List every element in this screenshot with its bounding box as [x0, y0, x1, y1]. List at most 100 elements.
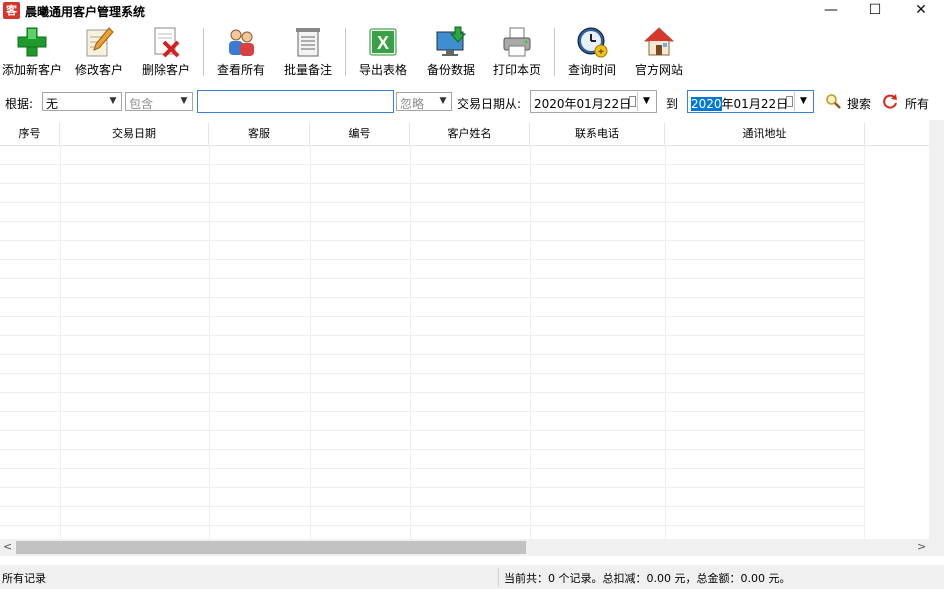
chevron-down-icon[interactable]: ▼ [637, 92, 655, 111]
close-button[interactable]: ✕ [898, 0, 944, 22]
date-to-label: 到 [666, 97, 679, 111]
grid-row-line [0, 259, 864, 260]
monitor-download-icon [436, 26, 467, 56]
delete-customer-button[interactable]: 删除客户 [134, 26, 198, 80]
edit-note-icon [86, 27, 114, 57]
grid-row-line [0, 202, 864, 203]
grid-column-line [410, 145, 411, 539]
excel-icon: X [369, 28, 397, 56]
show-all-label: 所有 [905, 97, 930, 111]
date-to-value: 2020年01月22日 [691, 95, 788, 112]
print-page-button[interactable]: 打印本页 [487, 26, 547, 80]
status-divider [498, 568, 499, 586]
date-to-picker[interactable]: 2020年01月22日 ▼ [687, 90, 814, 113]
data-grid[interactable] [0, 145, 929, 539]
grid-column-line [530, 145, 531, 539]
calendar-icon [629, 96, 636, 107]
chevron-down-icon: ▼ [109, 96, 117, 106]
view-all-button[interactable]: 查看所有 [210, 26, 272, 80]
search-icon [826, 94, 841, 109]
grid-row-line [0, 183, 864, 184]
grid-row-line [0, 335, 864, 336]
toolbar-separator [345, 28, 346, 76]
toolbar-separator [203, 28, 204, 76]
scroll-left-icon[interactable]: < [3, 540, 12, 553]
batch-note-button[interactable]: 批量备注 [277, 26, 339, 80]
batch-note-label: 批量备注 [283, 63, 332, 77]
status-bar: 所有记录 当前共：0 个记录。总扣减：0.00 元，总金额：0.00 元。 [0, 565, 944, 589]
column-header[interactable]: 客户姓名 [410, 123, 530, 145]
minimize-button[interactable]: — [808, 0, 854, 22]
date-from-picker[interactable]: 2020年01月22日 ▼ [530, 90, 657, 113]
window-title: 晨曦通用客户管理系统 [25, 5, 146, 19]
match-type-value: 包含 [129, 97, 154, 111]
grid-row-line [0, 525, 864, 526]
grid-row-line [0, 240, 864, 241]
date-to-rest: 年01月22日 [721, 97, 789, 111]
refresh-icon [883, 94, 897, 109]
ignore-select[interactable]: 忽略 ▼ [396, 92, 452, 111]
vertical-scroll-track [929, 120, 944, 556]
chevron-down-icon[interactable]: ▼ [794, 92, 812, 111]
grid-row-line [0, 221, 864, 222]
printer-icon [503, 27, 531, 57]
export-table-button[interactable]: X 导出表格 [352, 26, 414, 80]
grid-row-line [0, 487, 864, 488]
match-type-select[interactable]: 包含 ▼ [125, 92, 193, 111]
column-header[interactable]: 联系电话 [530, 123, 665, 145]
search-button[interactable]: 搜索 [825, 93, 875, 111]
date-from-value: 2020年01月22日 [534, 97, 632, 111]
ignore-select-value: 忽略 [400, 97, 425, 111]
edit-customer-button[interactable]: 修改客户 [68, 26, 130, 80]
column-header[interactable]: 客服 [209, 123, 310, 145]
backup-data-button[interactable]: 备份数据 [420, 26, 482, 80]
add-customer-label: 添加新客户 [1, 63, 62, 77]
column-header[interactable]: 交易日期 [60, 123, 209, 145]
grid-column-line [665, 145, 666, 539]
show-all-button[interactable]: 所有 [883, 93, 933, 111]
app-icon: 客 [3, 2, 20, 19]
search-label: 搜索 [847, 97, 872, 111]
chevron-down-icon: ▼ [439, 96, 447, 106]
document-list-icon [296, 28, 320, 57]
grid-header: 序号 交易日期 客服 编号 客户姓名 联系电话 通讯地址 [0, 123, 929, 146]
grid-column-line [60, 145, 61, 539]
title-bar: 客 晨曦通用客户管理系统 — ☐ ✕ [0, 0, 944, 22]
grid-row-line [0, 373, 864, 374]
maximize-button[interactable]: ☐ [852, 0, 898, 22]
keyword-input[interactable] [197, 90, 394, 113]
calendar-icon [786, 96, 793, 107]
toolbar-separator [554, 28, 555, 76]
query-time-button[interactable]: + 查询时间 [561, 26, 623, 80]
delete-file-icon [154, 27, 180, 58]
grid-row-line [0, 468, 864, 469]
grid-row-line [0, 449, 864, 450]
grid-column-line [209, 145, 210, 539]
column-header[interactable]: 序号 [0, 123, 60, 145]
grid-row-line [0, 392, 864, 393]
grid-row-line [0, 506, 864, 507]
scrollbar-thumb[interactable] [16, 541, 526, 554]
add-customer-button[interactable]: 添加新客户 [0, 26, 64, 80]
scroll-right-icon[interactable]: > [917, 540, 926, 553]
basis-select[interactable]: 无 ▼ [42, 92, 122, 111]
grid-row-line [0, 411, 864, 412]
users-icon [229, 29, 254, 56]
grid-row-line [0, 297, 864, 298]
column-header[interactable]: 通讯地址 [665, 123, 865, 145]
print-page-label: 打印本页 [492, 63, 541, 77]
chevron-down-icon: ▼ [180, 96, 188, 106]
grid-row-line [0, 354, 864, 355]
official-website-button[interactable]: 官方网站 [628, 26, 690, 80]
grid-column-line [864, 145, 865, 539]
column-header[interactable]: 编号 [310, 123, 410, 145]
date-to-year-selected: 2020 [691, 97, 722, 111]
view-all-label: 查看所有 [216, 63, 265, 77]
grid-row-line [0, 164, 864, 165]
add-plus-icon [17, 27, 47, 57]
export-table-label: 导出表格 [358, 63, 407, 77]
official-website-label: 官方网站 [634, 63, 683, 77]
horizontal-scrollbar[interactable]: < > [0, 539, 929, 556]
svg-text:+: + [598, 47, 604, 58]
basis-select-value: 无 [46, 97, 59, 111]
